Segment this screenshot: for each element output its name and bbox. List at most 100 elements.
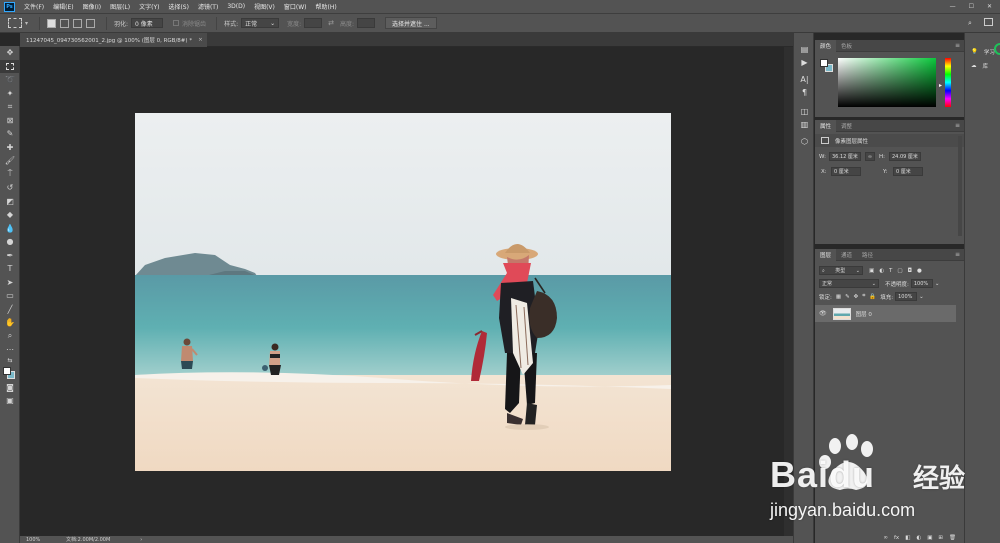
feather-input[interactable]: 0 像素 [131, 18, 164, 28]
eyedropper-tool-icon[interactable]: ✎ [0, 127, 20, 141]
filter-adjustment-icon[interactable]: ◐ [879, 268, 884, 274]
menu-layer[interactable]: 图层(L) [110, 2, 130, 11]
add-mask-icon[interactable]: ◧ [905, 535, 910, 541]
zoom-level[interactable]: 100% [26, 537, 66, 543]
foreground-background-color-icon[interactable] [0, 365, 20, 381]
layer-row[interactable]: 👁 图层 0 [815, 305, 956, 322]
menu-help[interactable]: 帮助(H) [316, 2, 337, 11]
maximize-button[interactable]: ☐ [969, 3, 974, 10]
new-group-icon[interactable]: ▣ [927, 535, 932, 541]
layer-name[interactable]: 图层 0 [856, 310, 872, 318]
document-tab[interactable]: 11247045_094730562001_2.jpg @ 100% (图层 0… [20, 33, 207, 47]
panel-menu-icon[interactable]: ≡ [955, 251, 960, 258]
y-value-field[interactable]: 0 厘米 [893, 167, 923, 176]
chevron-down-icon[interactable]: ⌄ [919, 294, 924, 300]
line-tool-icon[interactable]: ╱ [0, 303, 20, 317]
type-tool-icon[interactable]: T [0, 262, 20, 276]
clone-stamp-tool-icon[interactable]: ⍑ [0, 168, 20, 182]
quick-mask-icon[interactable]: ◙ [0, 381, 20, 395]
tab-channels[interactable]: 通道 [836, 249, 857, 261]
frame-tool-icon[interactable]: ⊠ [0, 114, 20, 128]
eraser-tool-icon[interactable]: ◩ [0, 195, 20, 209]
lasso-tool-icon[interactable]: ➰ [0, 73, 20, 87]
paint-bucket-tool-icon[interactable]: ◆ [0, 208, 20, 222]
new-layer-icon[interactable]: ⊞ [938, 535, 943, 541]
lock-transparent-icon[interactable]: ▦ [836, 294, 841, 300]
filter-shape-icon[interactable]: ▢ [897, 268, 902, 274]
width-input[interactable] [304, 18, 323, 28]
swap-colors-icon[interactable]: ⇆ [0, 357, 20, 365]
search-icon[interactable]: ⌕ [968, 19, 972, 28]
menu-type[interactable]: 文字(Y) [139, 2, 159, 11]
layer-filter-select[interactable]: ⌕ 类型 ⌄ [819, 266, 863, 275]
menu-edit[interactable]: 编辑(E) [53, 2, 73, 11]
properties-scrollbar[interactable] [958, 136, 962, 236]
subtract-selection-button[interactable] [73, 18, 83, 28]
notes-icon[interactable]: ▥ [794, 118, 815, 131]
actions-play-icon[interactable]: ▶ [794, 56, 815, 69]
zoom-tool-icon[interactable]: ⌕ [0, 330, 20, 344]
minimize-button[interactable]: — [950, 3, 956, 10]
menu-select[interactable]: 选择(S) [168, 2, 189, 11]
marquee-tool-preset-icon[interactable] [8, 18, 22, 28]
paragraph-icon[interactable]: ¶ [794, 86, 815, 99]
tab-properties[interactable]: 属性 [815, 119, 837, 132]
history-icon[interactable]: ▤ [794, 43, 815, 56]
new-selection-button[interactable] [47, 18, 57, 28]
filter-type-icon[interactable]: T [889, 268, 892, 274]
healing-brush-tool-icon[interactable]: ✚ [0, 141, 20, 155]
intersect-selection-button[interactable] [86, 18, 96, 28]
swap-arrows-icon[interactable]: ⇄ [328, 19, 334, 27]
lock-all-icon[interactable]: 🔒 [869, 294, 876, 300]
delete-layer-icon[interactable]: 🗑 [949, 535, 956, 541]
character-icon[interactable]: A| [794, 73, 815, 86]
select-and-mask-button[interactable]: 选择并遮住 ... [385, 17, 437, 29]
rectangle-tool-icon[interactable]: ▭ [0, 289, 20, 303]
crop-tool-icon[interactable]: ⌗ [0, 100, 20, 114]
link-proportions-icon[interactable]: ∞ [865, 152, 875, 161]
hue-slider[interactable] [945, 58, 951, 107]
menu-view[interactable]: 视图(V) [254, 2, 275, 11]
menu-image[interactable]: 图像(I) [83, 2, 101, 11]
libraries-panel-button[interactable]: ☁ 库 [965, 59, 1000, 73]
fg-bg-swatches[interactable] [820, 59, 834, 73]
filter-smart-object-icon[interactable]: ◘ [908, 268, 912, 274]
adjustment-layer-icon[interactable]: ◐ [916, 535, 921, 541]
layer-thumbnail[interactable] [832, 307, 851, 320]
close-icon[interactable]: × [198, 37, 203, 43]
filter-toggle-icon[interactable]: ● [917, 268, 922, 274]
chevron-down-icon[interactable]: ▾ [25, 20, 28, 27]
menu-3d[interactable]: 3D(D) [227, 3, 245, 10]
lock-artboard-icon[interactable]: ⌗ [862, 293, 865, 300]
link-layers-icon[interactable]: ∞ [883, 535, 888, 541]
blur-tool-icon[interactable]: 💧 [0, 222, 20, 236]
magic-wand-tool-icon[interactable]: ✦ [0, 87, 20, 101]
menu-window[interactable]: 窗口(W) [284, 2, 307, 11]
height-value-field[interactable]: 24.09 厘米 [889, 152, 921, 161]
pen-tool-icon[interactable]: ✒ [0, 249, 20, 263]
brush-tool-icon[interactable]: 🖌 [0, 154, 20, 168]
chevron-down-icon[interactable]: ⌄ [935, 281, 940, 287]
tab-paths[interactable]: 路径 [857, 249, 878, 261]
panel-menu-icon[interactable]: ≡ [955, 42, 960, 49]
rectangular-marquee-tool-icon[interactable] [0, 59, 20, 73]
height-input[interactable] [357, 18, 376, 28]
more-tools-icon[interactable]: ⋯ [0, 343, 20, 357]
libraries-icon[interactable]: ◫ [794, 105, 815, 118]
menu-filter[interactable]: 滤镜(T) [198, 2, 218, 11]
antialias-checkbox[interactable] [173, 20, 180, 26]
tab-adjustments[interactable]: 调整 [836, 120, 857, 132]
layer-style-icon[interactable]: fx [894, 535, 899, 541]
workspace-icon[interactable] [984, 18, 993, 26]
eye-visibility-icon[interactable]: 👁 [819, 310, 827, 317]
3d-icon[interactable]: ⬡ [794, 135, 815, 148]
close-button[interactable]: ✕ [987, 3, 992, 10]
lock-position-icon[interactable]: ✥ [854, 294, 859, 300]
screen-mode-icon[interactable]: ▣ [0, 394, 20, 408]
width-value-field[interactable]: 36.12 厘米 [829, 152, 861, 161]
opacity-field[interactable]: 100% [910, 279, 933, 288]
color-field[interactable] [838, 58, 936, 107]
style-select[interactable]: 正常 ⌄ [241, 18, 280, 28]
dodge-tool-icon[interactable]: ● [0, 235, 20, 249]
path-selection-tool-icon[interactable]: ➤ [0, 276, 20, 290]
